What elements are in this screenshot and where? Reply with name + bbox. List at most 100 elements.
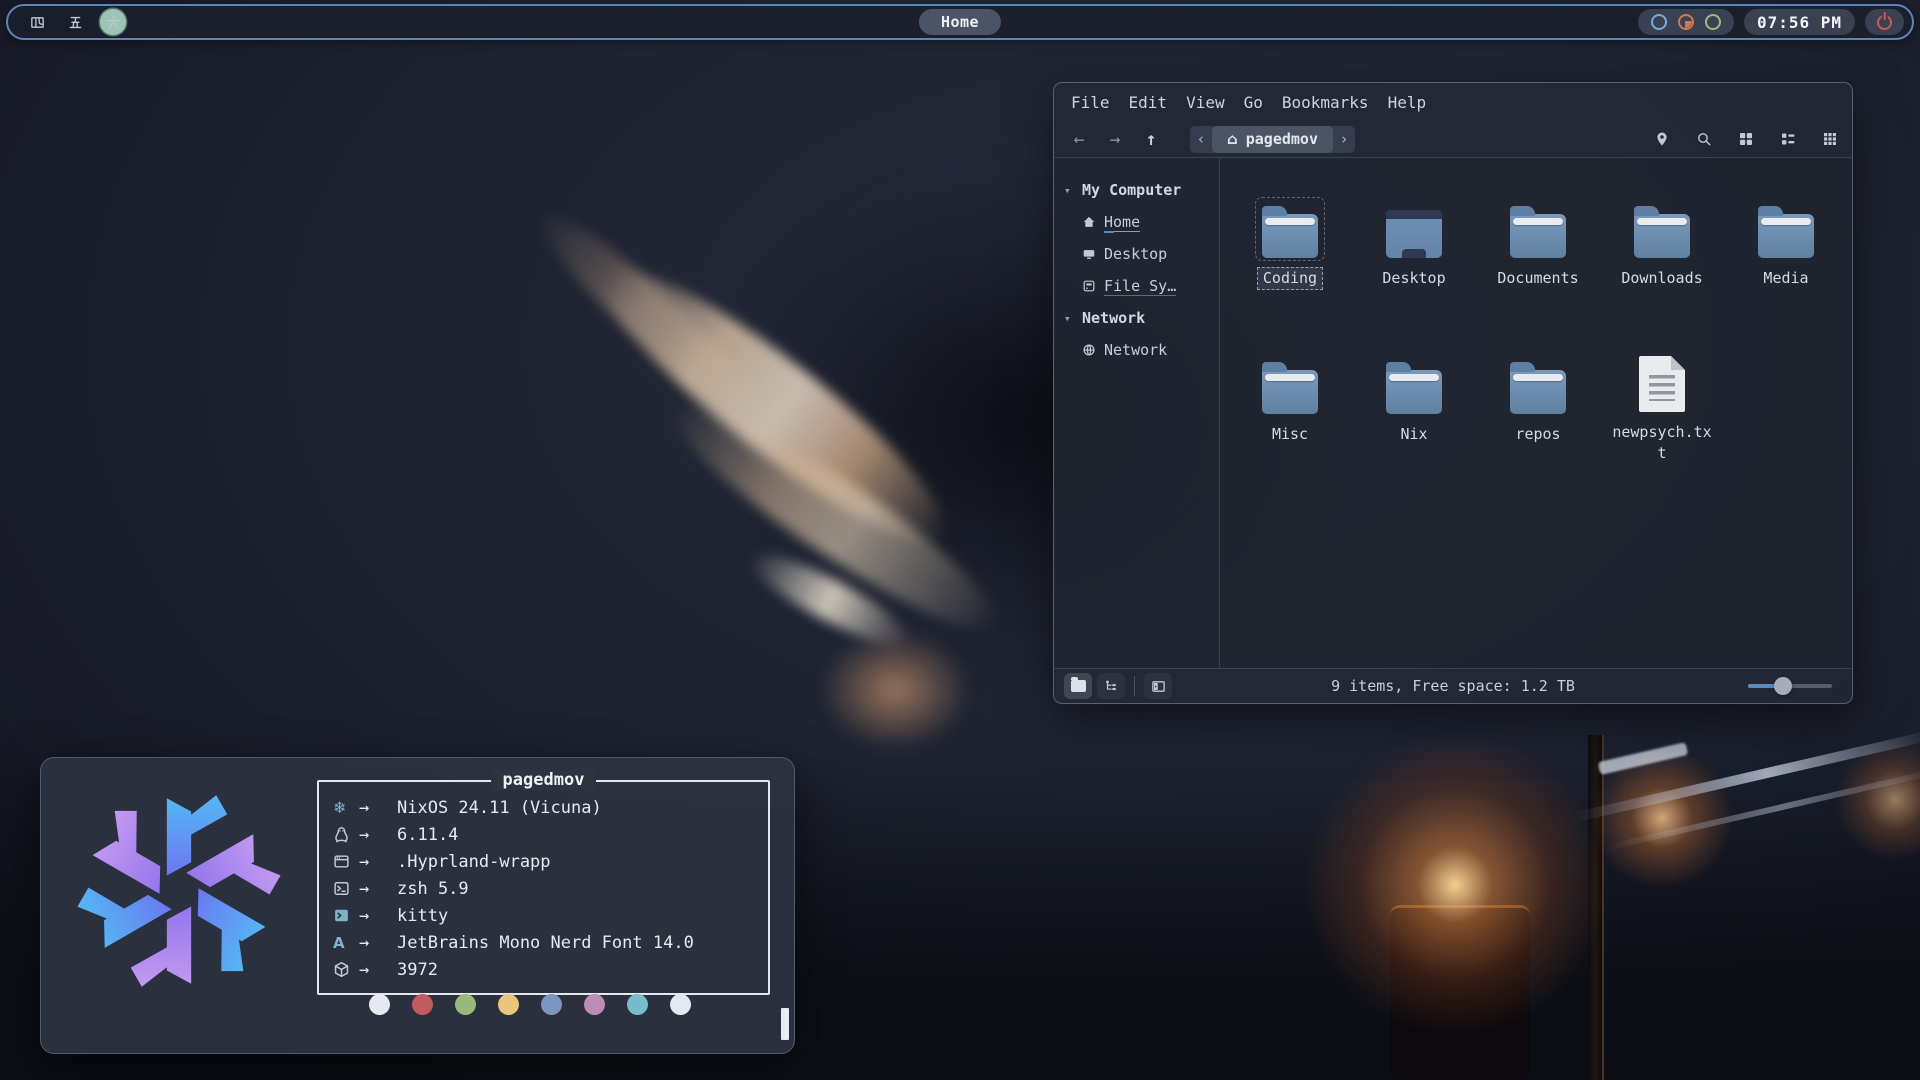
back-button[interactable]: ← [1068,129,1090,150]
sidebar-item-network[interactable]: Network [1054,334,1219,366]
folder-icon [1510,370,1566,414]
palette-dot [412,994,433,1015]
globe-icon [1082,343,1096,357]
file-label: Misc [1266,423,1314,446]
file-item-repos[interactable]: repos [1479,354,1597,454]
file-item-documents[interactable]: Documents [1479,198,1597,298]
menu-edit[interactable]: Edit [1129,93,1168,112]
file-item-desktop[interactable]: Desktop [1355,198,1473,298]
file-item-coding[interactable]: Coding [1231,198,1349,298]
workspace-4[interactable] [24,9,50,35]
sidebar-item-desktop[interactable]: Desktop [1054,238,1219,270]
power-icon [1877,15,1892,30]
status-summary: 9 items, Free space: 1.2 TB [1054,677,1852,695]
search-button[interactable] [1695,131,1712,148]
file-item-newpsych-txt[interactable]: newpsych.txt [1603,354,1721,454]
arrow-icon: → [359,798,397,818]
folder-icon [1634,214,1690,258]
file-manager-window: File Edit View Go Bookmarks Help ← → ↑ ‹… [1053,82,1853,704]
menu-help[interactable]: Help [1388,93,1427,112]
topbar-right-modules: 07:56 PM [1638,9,1904,35]
fetch-row-shell: → zsh 5.9 [333,875,754,902]
folder-icon [1386,370,1442,414]
up-button[interactable]: ↑ [1140,129,1162,150]
path-bar: ‹ ⌂ pagedmov › [1190,126,1355,153]
file-label: repos [1509,423,1566,446]
fetch-value: NixOS 24.11 (Vicuna) [397,798,602,818]
list-view-icon [1780,131,1796,147]
terminal-icon [333,907,359,924]
menu-go[interactable]: Go [1244,93,1263,112]
path-scroll-left-icon[interactable]: ‹ [1190,130,1212,148]
compact-view-button[interactable] [1821,131,1838,148]
location-pin-icon [1654,131,1670,147]
terminal-cursor [781,1008,789,1040]
fastfetch-box: pagedmov ❄ → NixOS 24.11 (Vicuna) → 6.11… [317,780,770,995]
window-manager-icon [333,853,359,870]
zoom-slider[interactable] [1748,684,1832,688]
fetch-row-terminal: → kitty [333,902,754,929]
palette-dot [369,994,390,1015]
palette-dot [584,994,605,1015]
file-item-media[interactable]: Media [1727,198,1845,298]
status-indicators[interactable] [1638,9,1734,35]
path-segment-label: pagedmov [1246,130,1318,148]
power-button[interactable] [1865,9,1904,35]
grid-view-icon [1738,131,1754,147]
sidebar-section-network[interactable]: ▾ Network [1054,302,1219,334]
wallpaper-face-glow [820,630,970,750]
expander-icon: ▾ [1064,184,1074,197]
home-icon [1082,215,1096,229]
file-label: Nix [1394,423,1433,446]
fetch-row-os: ❄ → NixOS 24.11 (Vicuna) [333,794,754,821]
workspace-5[interactable] [62,9,88,35]
forward-button[interactable]: → [1104,129,1126,150]
expander-icon: ▾ [1064,312,1074,325]
path-scroll-right-icon[interactable]: › [1333,130,1355,148]
sidebar-item-home[interactable]: Home [1054,206,1219,238]
fetch-row-wm: → .Hyprland-wrapp [333,848,754,875]
font-icon: A [333,934,359,952]
file-label: Desktop [1376,267,1451,290]
file-item-misc[interactable]: Misc [1231,354,1349,454]
file-item-downloads[interactable]: Downloads [1603,198,1721,298]
location-pin-button[interactable] [1653,131,1670,148]
clock[interactable]: 07:56 PM [1744,9,1855,35]
sidebar-item-filesystem[interactable]: File Sy… [1054,270,1219,302]
folder-icon [1510,214,1566,258]
terminal-window[interactable]: pagedmov ❄ → NixOS 24.11 (Vicuna) → 6.11… [40,757,795,1054]
menu-file[interactable]: File [1071,93,1110,112]
fetch-row-font: A → JetBrains Mono Nerd Font 14.0 [333,929,754,956]
home-icon: ⌂ [1227,130,1238,148]
status-bar: Home 07:56 PM [6,4,1914,40]
fetch-row-kernel: → 6.11.4 [333,821,754,848]
shell-icon [333,880,359,897]
file-label: Documents [1491,267,1584,290]
drive-icon [1082,279,1096,293]
fetch-row-packages: → 3972 [333,956,754,983]
file-label: Media [1757,267,1814,290]
palette-dot [455,994,476,1015]
list-view-button[interactable] [1779,131,1796,148]
search-icon [1696,131,1712,147]
active-window-title[interactable]: Home [919,9,1001,35]
menu-bar: File Edit View Go Bookmarks Help [1054,83,1852,121]
display-icon [1082,247,1096,261]
sidebar-item-label: File Sy… [1104,277,1176,296]
fetch-value: 3972 [397,960,438,980]
kanji-six-icon [105,14,122,31]
sidebar: ▾ My Computer Home Desktop [1054,158,1220,668]
workspace-6-active[interactable] [100,9,126,35]
menu-view[interactable]: View [1186,93,1225,112]
linux-kernel-icon [333,826,359,843]
sidebar-section-my-computer[interactable]: ▾ My Computer [1054,174,1219,206]
menu-bookmarks[interactable]: Bookmarks [1282,93,1369,112]
sidebar-item-label: Home [1104,213,1140,232]
folder-icon [1262,370,1318,414]
palette-dot [541,994,562,1015]
icon-view-button[interactable] [1737,131,1754,148]
fastfetch-output: pagedmov ❄ → NixOS 24.11 (Vicuna) → 6.11… [317,780,770,995]
zoom-slider-handle[interactable] [1774,677,1792,695]
file-item-nix[interactable]: Nix [1355,354,1473,454]
path-segment-home[interactable]: ⌂ pagedmov [1212,126,1333,153]
